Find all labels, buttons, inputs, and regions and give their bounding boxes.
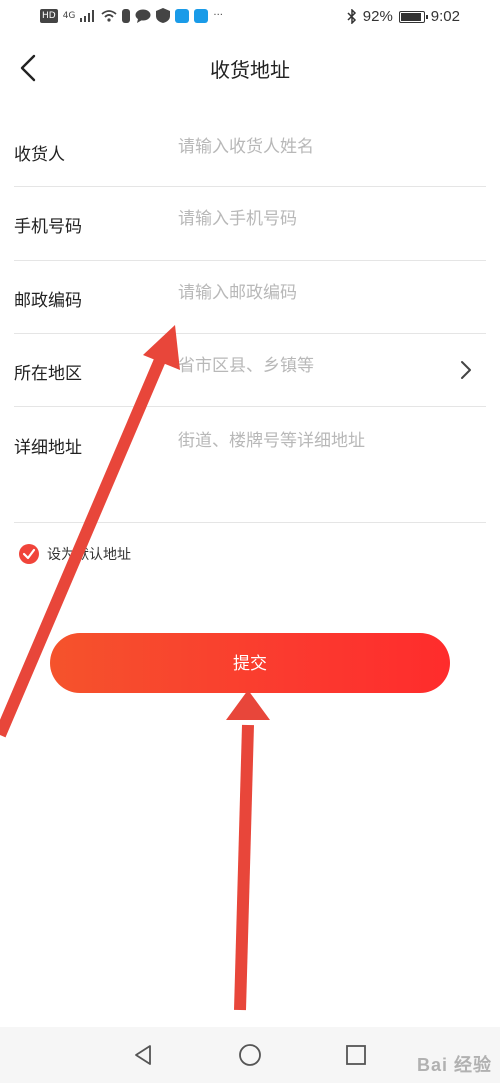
recipient-input[interactable]	[178, 137, 438, 157]
status-icons-left: HD 4G ···	[40, 8, 223, 23]
detail-address-input[interactable]	[178, 431, 458, 451]
battery-icon	[398, 10, 428, 23]
network-type: 4G	[62, 10, 76, 21]
checkbox-checked-icon[interactable]	[18, 543, 40, 565]
more-notifications-icon: ···	[213, 10, 223, 21]
hd-icon: HD	[40, 8, 58, 23]
arrow-to-submit	[226, 690, 270, 1011]
search-app-icon	[175, 8, 190, 23]
page-title: 收货地址	[210, 58, 290, 82]
wifi-icon	[101, 9, 117, 22]
signal-icon	[80, 9, 95, 22]
region-row[interactable]: 所在地区	[14, 334, 486, 407]
status-icons-right: 92% 9:02	[347, 8, 460, 25]
watermark-logo: Bai 经验	[416, 1055, 492, 1075]
message-icon	[135, 9, 151, 23]
status-bar: HD 4G ··· 92% 9:02	[0, 0, 500, 38]
bluetooth-icon	[347, 9, 356, 24]
region-label: 所在地区	[14, 364, 82, 384]
nav-home-icon[interactable]	[236, 1041, 264, 1069]
phone-input[interactable]	[178, 209, 438, 229]
lock-app-icon	[194, 8, 209, 23]
recipient-row: 收货人	[14, 114, 486, 187]
clock: 9:02	[430, 8, 460, 25]
recipient-label: 收货人	[14, 145, 65, 165]
postcode-row: 邮政编码	[14, 261, 486, 334]
app-header: 收货地址	[0, 38, 500, 102]
detail-address-row: 详细地址	[14, 407, 486, 523]
postcode-input[interactable]	[178, 283, 438, 303]
battery-level	[400, 12, 421, 21]
default-address-label: 设为默认地址	[47, 547, 131, 563]
postcode-label: 邮政编码	[14, 291, 82, 311]
submit-button[interactable]: 提交	[50, 633, 450, 693]
phone-label: 手机号码	[14, 217, 82, 237]
nav-back-icon[interactable]	[130, 1041, 158, 1069]
default-address-toggle[interactable]: 设为默认地址	[18, 541, 131, 567]
shield-icon	[156, 8, 171, 23]
phone-row: 手机号码	[14, 187, 486, 261]
nav-recents-icon[interactable]	[342, 1041, 370, 1069]
system-nav-bar: Bai 经验	[0, 1027, 500, 1083]
chevron-right-icon	[461, 361, 471, 379]
notification-icon	[122, 8, 131, 23]
region-input[interactable]	[178, 356, 438, 376]
detail-address-label: 详细地址	[14, 438, 82, 458]
battery-percent: 92%	[362, 8, 393, 25]
